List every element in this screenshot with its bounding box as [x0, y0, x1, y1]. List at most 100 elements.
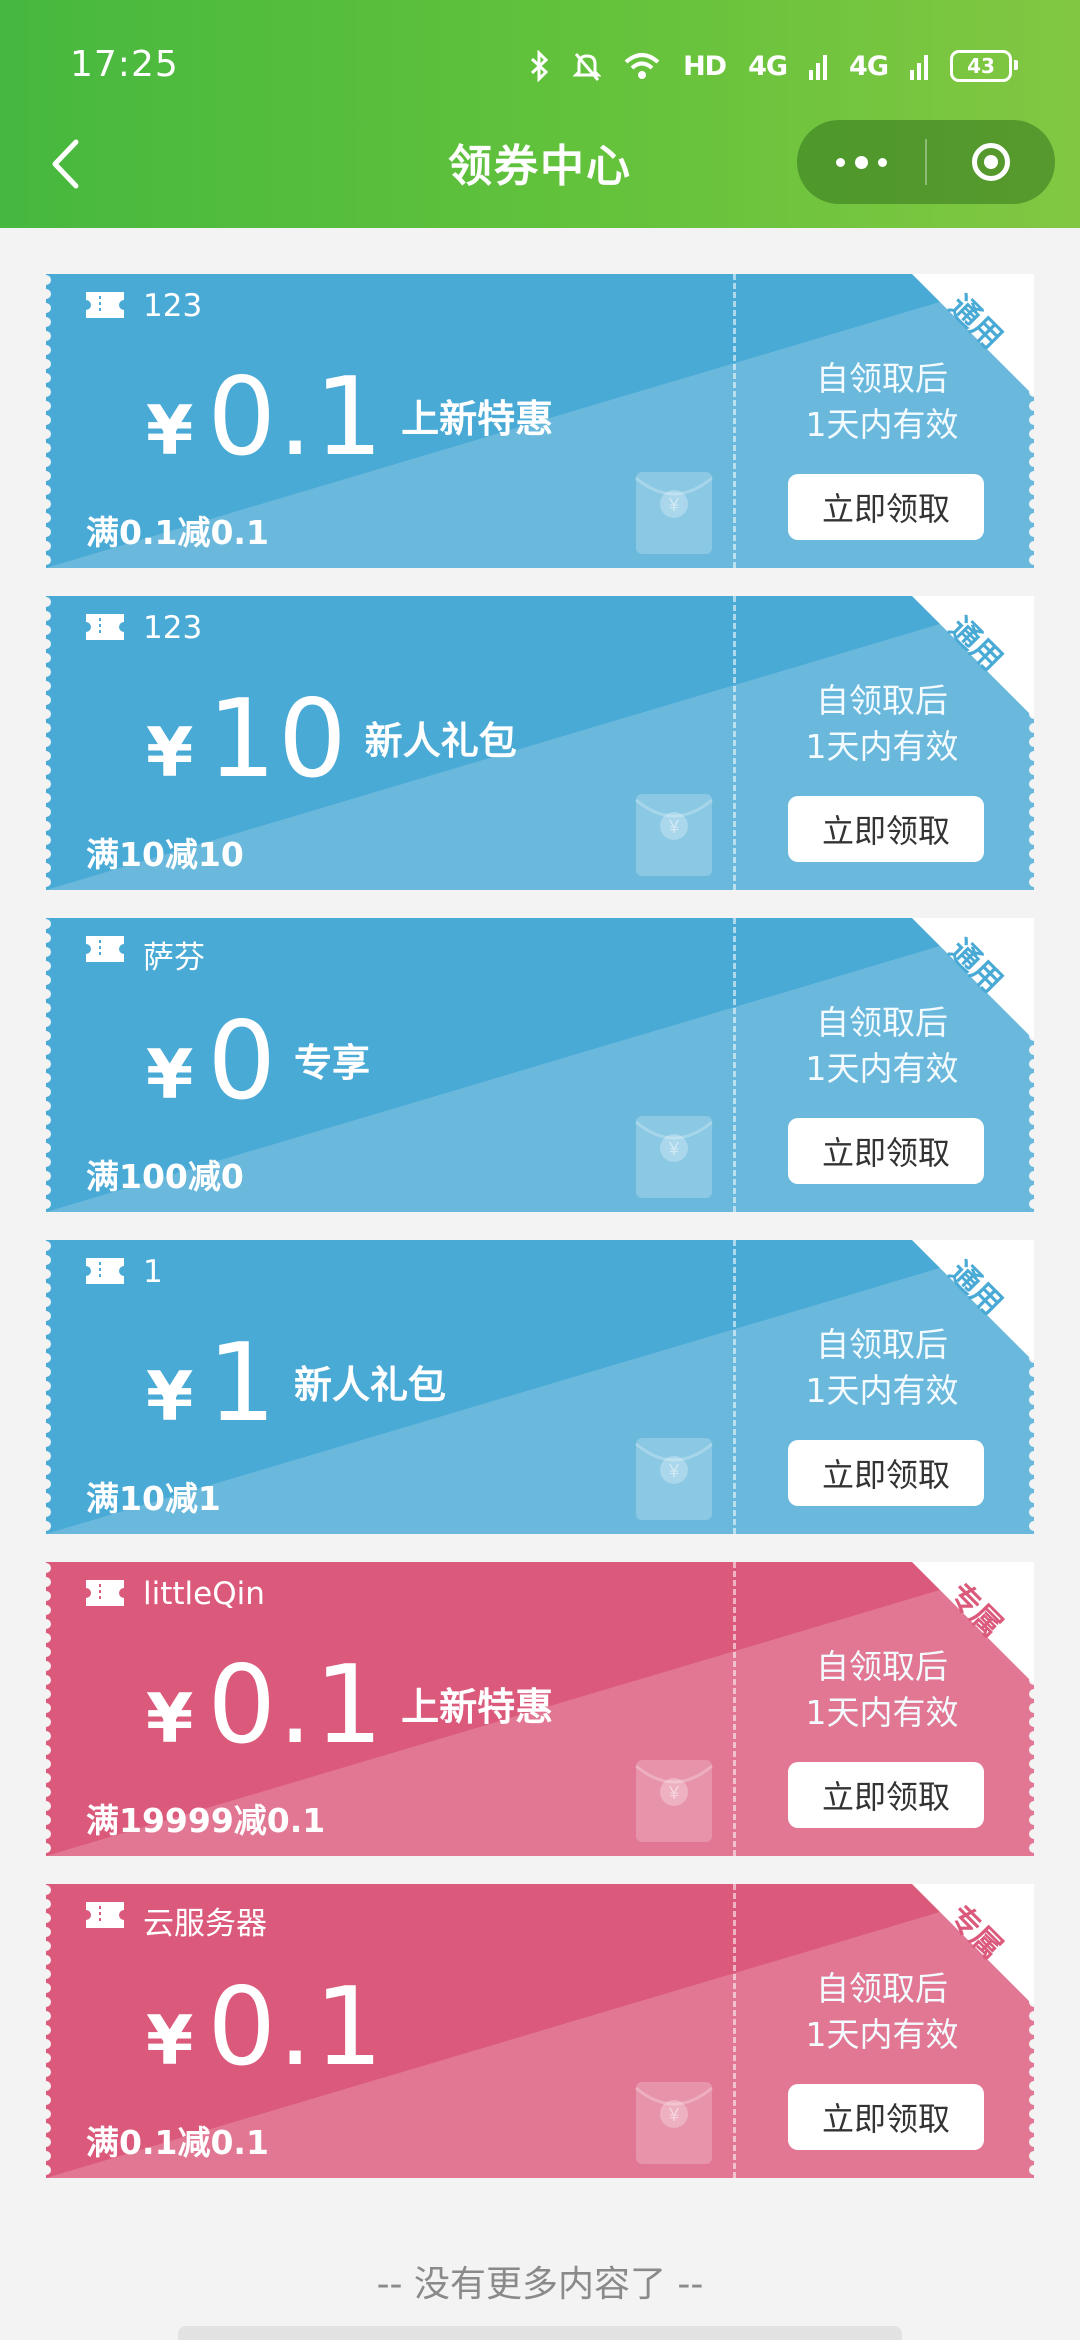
coupon-tag: 新人礼包	[294, 1363, 447, 1407]
perforation-line	[733, 918, 736, 1212]
coupon-shop-name: 萨芬	[143, 940, 205, 976]
coupon-value: 0.1	[207, 1965, 386, 2090]
miniprogram-capsule	[797, 120, 1055, 204]
coupon-tag: 上新特惠	[401, 1685, 554, 1729]
battery-icon: 43	[950, 50, 1018, 82]
red-packet-icon: ¥	[635, 472, 713, 554]
claim-coupon-button[interactable]: 立即领取	[788, 474, 984, 540]
coupon-condition: 满100减0	[86, 1157, 244, 1196]
signal-bars-icon	[910, 55, 928, 80]
red-packet-icon: ¥	[635, 1438, 713, 1520]
coupon-value: 0	[207, 999, 279, 1124]
signal-4g-1: 4G	[748, 50, 788, 82]
target-circle-icon	[972, 143, 1010, 181]
coupon-shop-name: 123	[143, 288, 203, 324]
perforation-line	[733, 1562, 736, 1856]
coupon-tag: 上新特惠	[401, 397, 554, 441]
red-packet-icon: ¥	[635, 1116, 713, 1198]
bottom-bar-edge	[178, 2326, 902, 2340]
validity-line-2: 1天内有效	[805, 727, 959, 766]
coupon-shop-name: littleQin	[143, 1576, 265, 1612]
dot-icon	[835, 157, 845, 167]
svg-text:¥: ¥	[668, 1139, 680, 1159]
claim-coupon-button[interactable]: 立即领取	[788, 1762, 984, 1828]
ticket-icon	[86, 1580, 124, 1606]
mute-bell-icon	[573, 53, 602, 81]
claim-coupon-button[interactable]: 立即领取	[788, 1440, 984, 1506]
currency-symbol: ¥	[146, 1036, 194, 1115]
svg-text:¥: ¥	[668, 817, 680, 837]
red-packet-icon: ¥	[635, 794, 713, 876]
currency-symbol: ¥	[146, 2002, 194, 2081]
coupon-card: littleQin ¥ 0.1 上新特惠 满19999减0.1 ¥ 自领取后 1…	[46, 1562, 1034, 1856]
ticket-icon	[86, 936, 124, 962]
validity-line-2: 1天内有效	[805, 1693, 959, 1732]
scallop-edge-left	[46, 1885, 51, 2175]
coupon-amount: ¥ 0.1 上新特惠	[146, 358, 553, 478]
perforation-line	[733, 596, 736, 890]
perforation-line	[733, 1884, 736, 2178]
dot-icon	[877, 157, 887, 167]
coupon-card: 123 ¥ 10 新人礼包 满10减10 ¥ 自领取后 1天内有效 立即领取 通…	[46, 596, 1034, 890]
coupon-tag: 专享	[294, 1041, 371, 1085]
dot-icon	[854, 155, 868, 169]
coupon-value: 0.1	[207, 355, 386, 480]
validity-line-2: 1天内有效	[805, 1049, 959, 1088]
scallop-edge-left	[46, 1241, 51, 1531]
coupon-shop-name: 123	[143, 610, 203, 646]
validity-line-2: 1天内有效	[805, 1371, 959, 1410]
coupon-amount: ¥ 0.1	[146, 1968, 401, 2088]
svg-text:¥: ¥	[668, 2105, 680, 2125]
coupon-condition: 满19999减0.1	[86, 1801, 326, 1840]
svg-text:¥: ¥	[668, 1461, 680, 1481]
close-miniprogram-button[interactable]	[927, 120, 1055, 204]
coupon-value: 0.1	[207, 1643, 386, 1768]
claim-coupon-button[interactable]: 立即领取	[788, 796, 984, 862]
wifi-icon	[624, 53, 660, 79]
coupon-value: 1	[207, 1321, 279, 1446]
coupon-condition: 满10减1	[86, 1479, 221, 1518]
coupon-card: 1 ¥ 1 新人礼包 满10减1 ¥ 自领取后 1天内有效 立即领取 通用	[46, 1240, 1034, 1534]
status-icons: HD 4G 4G 43	[529, 44, 1018, 88]
coupon-card: 萨芬 ¥ 0 专享 满100减0 ¥ 自领取后 1天内有效 立即领取 通用	[46, 918, 1034, 1212]
validity-line-2: 1天内有效	[805, 405, 959, 444]
nav-header: 17:25 HD 4G 4G 43 领券中心	[0, 0, 1080, 228]
scallop-edge-left	[46, 597, 51, 887]
coupon-amount: ¥ 0.1 上新特惠	[146, 1646, 553, 1766]
more-options-button[interactable]	[797, 120, 925, 204]
validity-line-2: 1天内有效	[805, 2015, 959, 2054]
ticket-icon	[86, 614, 124, 640]
no-more-content-text: -- 没有更多内容了 --	[376, 2264, 704, 2305]
red-packet-icon: ¥	[635, 1760, 713, 1842]
coupon-shop-name: 1	[143, 1254, 163, 1290]
ticket-icon	[86, 1258, 124, 1284]
claim-coupon-button[interactable]: 立即领取	[788, 1118, 984, 1184]
scallop-edge-left	[46, 1563, 51, 1853]
coupon-value: 10	[207, 677, 349, 802]
coupon-amount: ¥ 1 新人礼包	[146, 1324, 446, 1444]
coupon-tag: 新人礼包	[364, 719, 517, 763]
coupon-shop-name: 云服务器	[143, 1906, 267, 1942]
coupon-condition: 满10减10	[86, 835, 244, 874]
bluetooth-icon	[531, 50, 549, 82]
coupon-condition: 满0.1减0.1	[86, 513, 269, 552]
svg-text:¥: ¥	[668, 1783, 680, 1803]
signal-4g-2: 4G	[849, 50, 889, 82]
hd-indicator: HD	[683, 50, 727, 82]
coupon-card: 123 ¥ 0.1 上新特惠 满0.1减0.1 ¥ 自领取后 1天内有效 立即领…	[46, 274, 1034, 568]
scallop-edge-left	[46, 275, 51, 565]
ticket-icon	[86, 292, 124, 318]
perforation-line	[733, 1240, 736, 1534]
coupon-card: 云服务器 ¥ 0.1 满0.1减0.1 ¥ 自领取后 1天内有效 立即领取 专属	[46, 1884, 1034, 2178]
claim-coupon-button[interactable]: 立即领取	[788, 2084, 984, 2150]
scallop-edge-left	[46, 919, 51, 1209]
currency-symbol: ¥	[146, 1680, 194, 1759]
red-packet-icon: ¥	[635, 2082, 713, 2164]
battery-level: 43	[967, 54, 995, 78]
perforation-line	[733, 274, 736, 568]
coupon-amount: ¥ 10 新人礼包	[146, 680, 517, 800]
currency-symbol: ¥	[146, 714, 194, 793]
status-time: 17:25	[70, 44, 179, 85]
svg-text:¥: ¥	[668, 495, 680, 515]
coupon-amount: ¥ 0 专享	[146, 1002, 370, 1122]
